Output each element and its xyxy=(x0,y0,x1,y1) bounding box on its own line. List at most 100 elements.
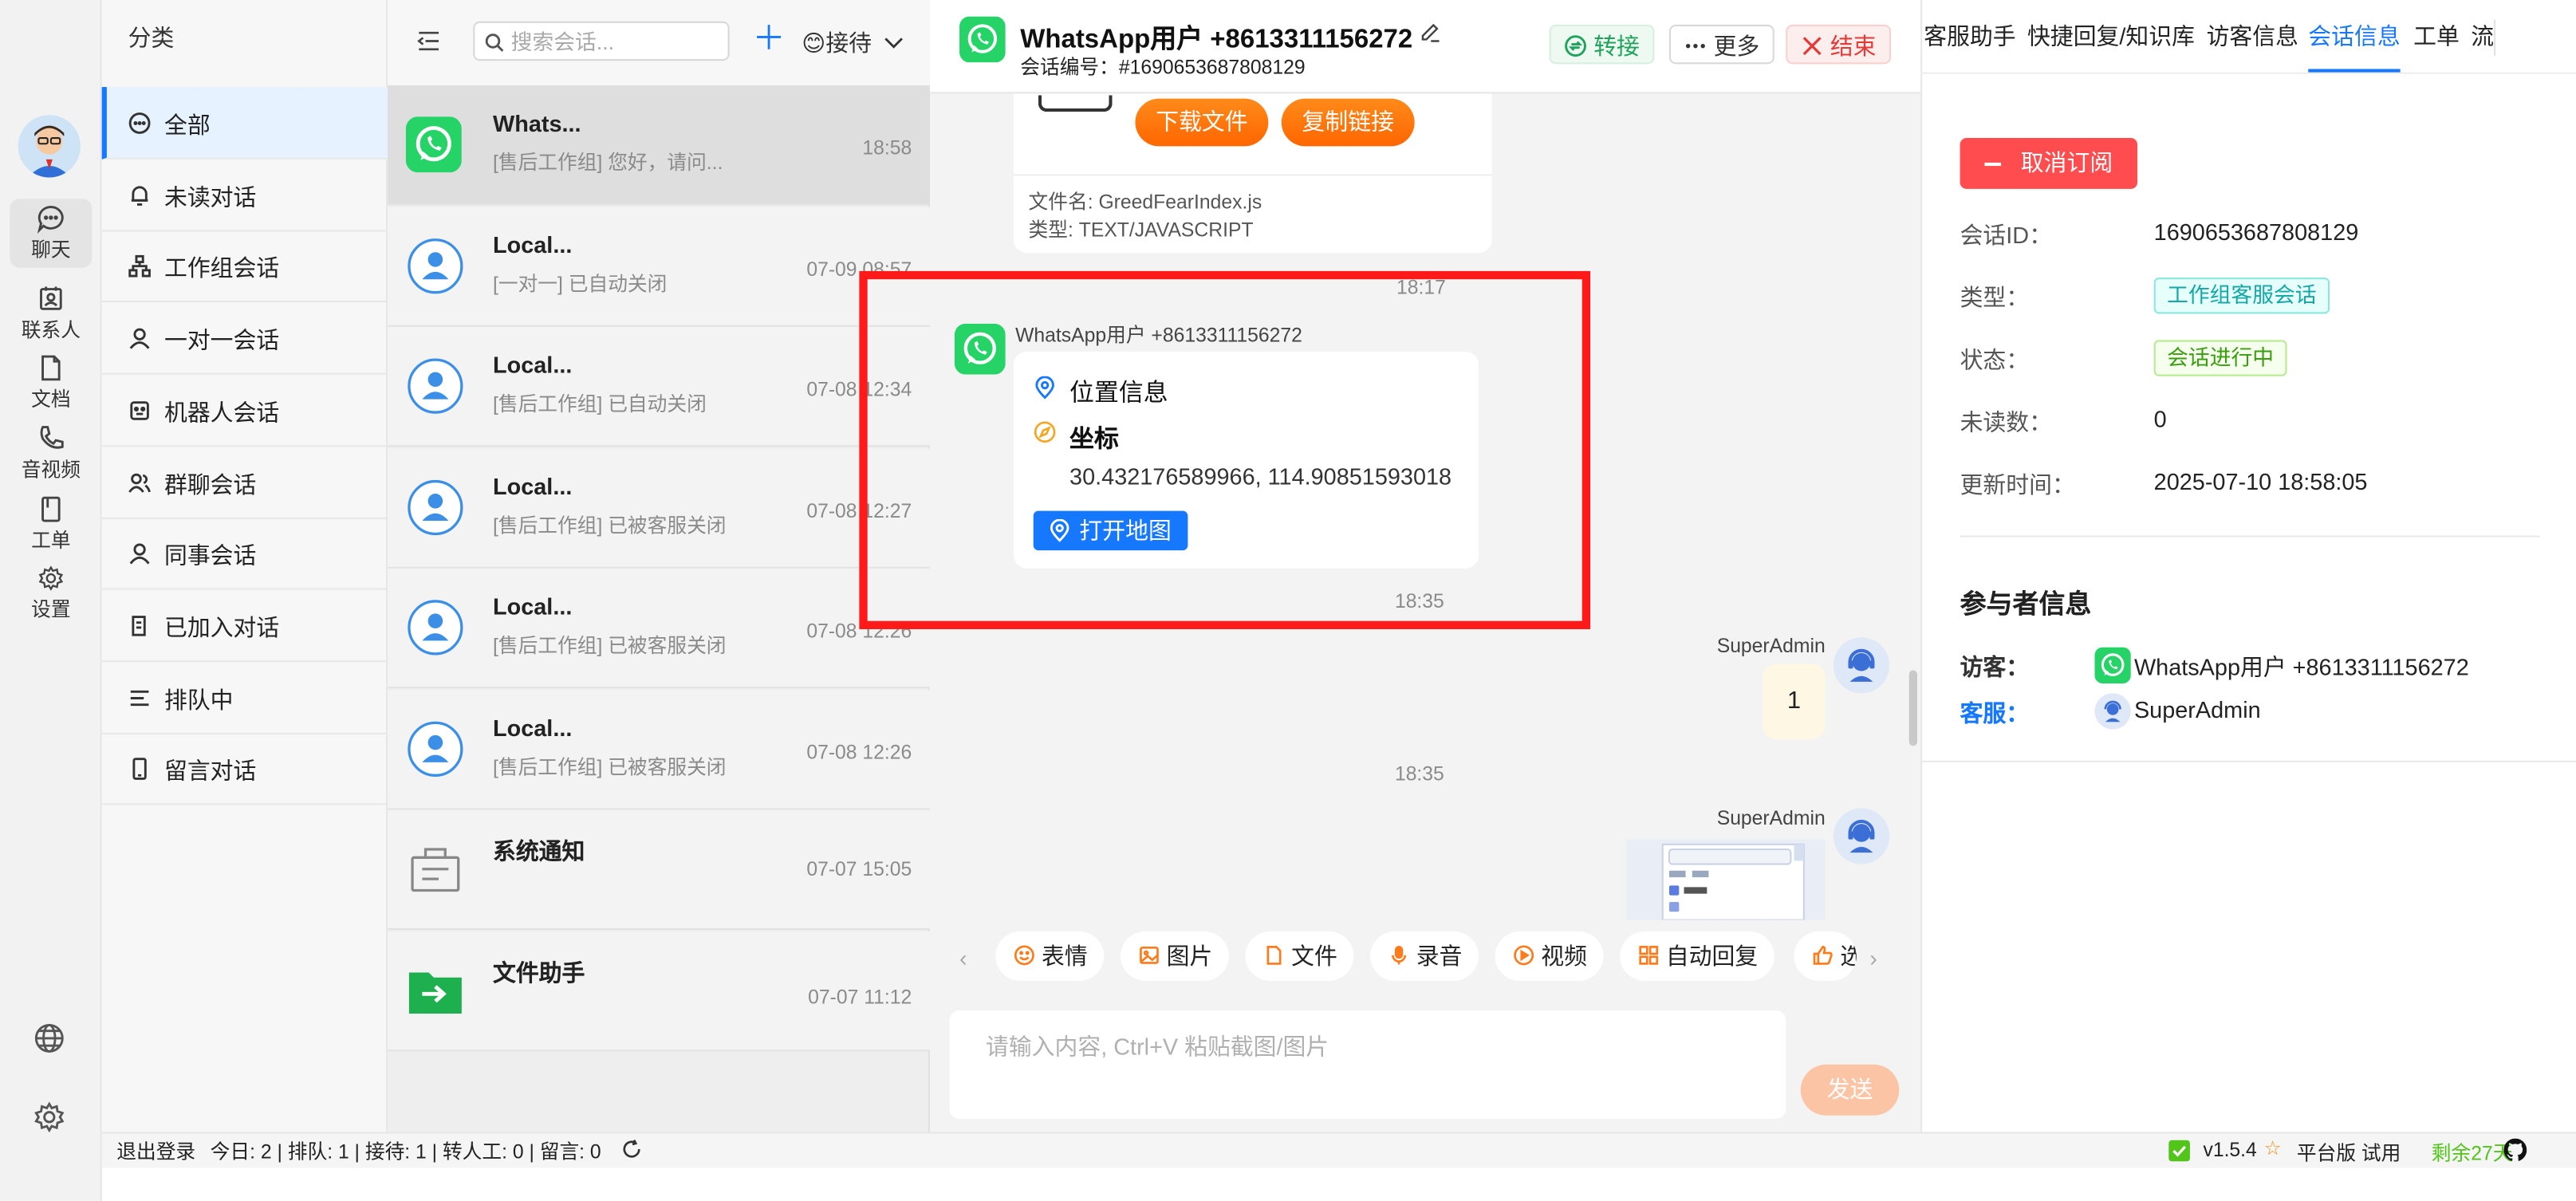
conversation-toolbar: ＋ 😊接待 xyxy=(388,0,930,86)
category-item[interactable]: 已加入对话 xyxy=(101,589,388,662)
rail-item-document[interactable]: 文档 xyxy=(10,348,92,418)
rail-item-chat[interactable]: 聊天 xyxy=(10,199,93,268)
github-icon[interactable] xyxy=(2503,1138,2527,1162)
chat-scrollbar[interactable] xyxy=(1908,670,1918,746)
settings-gear-icon[interactable] xyxy=(31,1099,67,1135)
conversation-item[interactable]: Local... [售后工作组] 已被客服关闭 07-08 12:27 xyxy=(388,447,930,568)
category-label: 留言对话 xyxy=(164,758,257,785)
end-label: 结束 xyxy=(1830,33,1877,60)
conversation-item[interactable]: Local... [售后工作组] 已被客服关闭 07-08 12:26 xyxy=(388,689,930,809)
message-input-box[interactable] xyxy=(949,1010,1786,1119)
category-item[interactable]: 排队中 xyxy=(101,661,388,734)
chat-bubble-icon xyxy=(128,112,152,135)
contacts-icon xyxy=(10,284,92,313)
conversation-item[interactable]: Local... [售后工作组] 已被客服关闭 07-08 12:26 xyxy=(388,568,930,689)
edit-pencil-icon[interactable] xyxy=(1420,22,1441,43)
logout-link[interactable]: 退出登录 xyxy=(116,1137,195,1165)
category-item[interactable]: 未读对话 xyxy=(101,159,388,231)
chevron-down-icon[interactable] xyxy=(884,31,904,51)
toolbar-image-button[interactable]: 图片 xyxy=(1120,931,1229,981)
chevron-left-icon[interactable]: ‹ xyxy=(959,945,967,971)
toolbar-thumb-button[interactable]: 选 xyxy=(1794,931,1857,981)
category-item[interactable]: 机器人会话 xyxy=(101,374,388,447)
tab-1[interactable]: 快捷回复/知识库 xyxy=(2027,20,2195,53)
minus-icon xyxy=(1984,162,2002,167)
highlight-annotation-box xyxy=(859,270,1591,629)
star-icon: ☆ xyxy=(2263,1136,2282,1160)
category-item[interactable]: 群聊会话 xyxy=(101,446,388,518)
tabs-border xyxy=(1920,72,2576,74)
tab-0[interactable]: 客服助手 xyxy=(1924,20,2015,53)
chat-header: WhatsApp用户 +8613311156272 会话编号：#16906536… xyxy=(929,0,1921,94)
toolbar-emoji-button[interactable]: 表情 xyxy=(995,931,1105,981)
tab-2[interactable]: 访客信息 xyxy=(2207,20,2298,53)
globe-icon[interactable] xyxy=(31,1020,67,1056)
category-item[interactable]: 同事会话 xyxy=(101,518,388,590)
rail-item-label: 工单 xyxy=(31,529,71,553)
chevron-right-icon[interactable]: › xyxy=(1869,945,1877,971)
toolbar-grid-button[interactable]: 自动回复 xyxy=(1620,931,1774,981)
search-icon xyxy=(485,31,505,52)
category-item[interactable]: 一对一会话 xyxy=(101,302,388,375)
tab-4[interactable]: 工单 xyxy=(2413,20,2460,53)
toolbar-file-button[interactable]: 文件 xyxy=(1245,931,1354,981)
transfer-button[interactable]: 转接 xyxy=(1549,24,1655,65)
toolbar-label: 图片 xyxy=(1166,943,1213,970)
document-icon xyxy=(10,353,92,383)
collapse-menu-icon[interactable] xyxy=(417,30,440,53)
panel-footer-line xyxy=(1920,760,2576,762)
category-item[interactable]: 全部 xyxy=(101,87,388,159)
more-label: 更多 xyxy=(1713,33,1760,60)
whatsapp-icon xyxy=(405,116,462,173)
toolbar-video-button[interactable]: 视频 xyxy=(1495,931,1604,981)
ticket-icon xyxy=(10,494,92,524)
search-box[interactable] xyxy=(473,21,730,61)
conversation-name: Local... xyxy=(493,593,573,620)
conversation-time: 07-07 15:05 xyxy=(806,857,912,881)
rail-item-label: 联系人 xyxy=(21,318,81,342)
conversation-name: 系统通知 xyxy=(493,837,585,864)
toolbar-mic-button[interactable]: 录音 xyxy=(1370,931,1479,981)
more-button[interactable]: 更多 xyxy=(1668,24,1774,65)
category-item[interactable]: 工作组会话 xyxy=(101,230,388,303)
category-item[interactable]: 留言对话 xyxy=(101,733,388,806)
user-avatar-icon xyxy=(408,478,463,535)
conversation-item[interactable]: Whats... [售后工作组] 您好，请问... 18:58 xyxy=(388,85,930,206)
gear-icon xyxy=(10,564,92,593)
tab-3[interactable]: 会话信息 xyxy=(2308,20,2400,53)
conversation-preview: [售后工作组] 您好，请问... xyxy=(493,151,723,175)
rail-item-gear[interactable]: 设置 xyxy=(10,558,92,628)
user-avatar-icon xyxy=(408,238,463,293)
rail-item-ticket[interactable]: 工单 xyxy=(10,490,92,559)
message-input[interactable] xyxy=(986,1030,1759,1103)
toolbar-label: 表情 xyxy=(1042,943,1088,970)
unsubscribe-button[interactable]: 取消订阅 xyxy=(1960,138,2138,189)
queue-icon xyxy=(128,686,152,709)
send-button[interactable]: 发送 xyxy=(1800,1064,1900,1116)
screenshot-image-message[interactable] xyxy=(1626,839,1826,920)
conversation-item[interactable]: Local... [售后工作组] 已自动关闭 07-08 12:34 xyxy=(388,326,930,447)
group-icon xyxy=(128,471,152,494)
download-file-button[interactable]: 下载文件 xyxy=(1135,98,1269,147)
participants-title: 参与者信息 xyxy=(1960,591,2092,620)
copy-link-button[interactable]: 复制链接 xyxy=(1281,98,1415,147)
refresh-icon[interactable] xyxy=(621,1139,643,1160)
rail-item-contacts[interactable]: 联系人 xyxy=(10,279,92,348)
chat-icon xyxy=(10,203,92,234)
org-icon xyxy=(128,255,152,278)
search-input[interactable] xyxy=(510,26,722,57)
tab-5[interactable]: 流 xyxy=(2471,20,2494,53)
rail-item-label: 聊天 xyxy=(31,238,71,262)
reception-status-select[interactable]: 😊接待 xyxy=(802,26,872,59)
conversation-item[interactable]: 系统通知 07-07 15:05 xyxy=(388,809,930,930)
category-label: 同事会话 xyxy=(164,542,257,569)
end-chat-button[interactable]: 结束 xyxy=(1786,24,1892,65)
conversation-item[interactable]: Local... [一对一] 已自动关闭 07-09 08:57 xyxy=(388,206,930,326)
session-id: 会话编号：#1690653687808129 xyxy=(1020,56,1306,79)
conversation-preview: [售后工作组] 已被客服关闭 xyxy=(493,754,727,778)
user-avatar[interactable] xyxy=(18,115,81,178)
add-conversation-button[interactable]: ＋ xyxy=(752,22,785,57)
conversation-item[interactable]: 文件助手 07-07 11:12 xyxy=(388,930,930,1051)
category-title: 分类 xyxy=(128,24,175,51)
rail-item-phone[interactable]: 音视频 xyxy=(10,419,92,488)
